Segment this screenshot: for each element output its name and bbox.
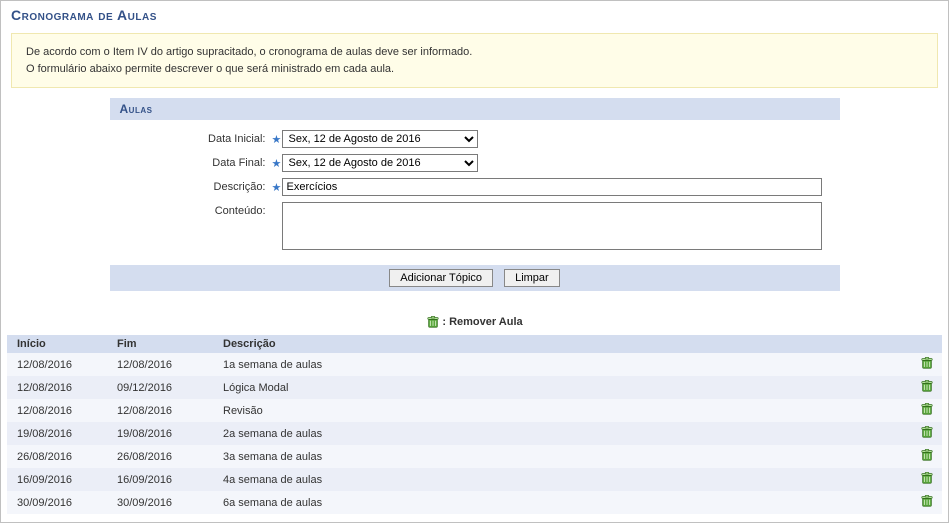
legend-text: : Remover Aula <box>442 316 522 328</box>
button-bar: Adicionar Tópico Limpar <box>110 265 840 291</box>
required-star-icon: ★ <box>270 154 282 170</box>
cell-descricao: 6a semana de aulas <box>217 497 912 509</box>
aulas-table: Início Fim Descrição 12/08/201612/08/201… <box>7 335 942 514</box>
remove-aula-button[interactable] <box>920 494 934 508</box>
section-header: Aulas <box>110 98 840 120</box>
conteudo-textarea[interactable] <box>282 202 822 250</box>
table-row: 12/08/201612/08/2016Revisão <box>7 399 942 422</box>
col-header-inicio: Início <box>7 338 117 350</box>
remove-aula-button[interactable] <box>920 402 934 416</box>
col-header-descricao: Descrição <box>217 338 912 350</box>
info-line-2: O formulário abaixo permite descrever o … <box>26 63 394 75</box>
cell-descricao: 3a semana de aulas <box>217 451 912 463</box>
remove-aula-button[interactable] <box>920 448 934 462</box>
cell-inicio: 12/08/2016 <box>7 359 117 371</box>
descricao-label: Descrição: <box>120 178 270 193</box>
remove-aula-button[interactable] <box>920 379 934 393</box>
table-row: 30/09/201630/09/20166a semana de aulas <box>7 491 942 514</box>
cell-inicio: 30/09/2016 <box>7 497 117 509</box>
trash-icon <box>426 315 440 329</box>
data-final-label: Data Final: <box>120 154 270 169</box>
cell-inicio: 12/08/2016 <box>7 405 117 417</box>
remove-aula-button[interactable] <box>920 425 934 439</box>
table-row: 12/08/201612/08/20161a semana de aulas <box>7 353 942 376</box>
cell-descricao: 2a semana de aulas <box>217 428 912 440</box>
cell-inicio: 19/08/2016 <box>7 428 117 440</box>
required-star-icon: ★ <box>270 178 282 194</box>
table-row: 12/08/201609/12/2016Lógica Modal <box>7 376 942 399</box>
cell-fim: 09/12/2016 <box>117 382 217 394</box>
data-inicial-select[interactable]: Sex, 12 de Agosto de 2016 <box>282 130 478 148</box>
remove-aula-button[interactable] <box>920 356 934 370</box>
cell-descricao: Lógica Modal <box>217 382 912 394</box>
table-header-row: Início Fim Descrição <box>7 335 942 353</box>
cell-inicio: 26/08/2016 <box>7 451 117 463</box>
descricao-input[interactable] <box>282 178 822 196</box>
cell-fim: 16/09/2016 <box>117 474 217 486</box>
info-line-1: De acordo com o Item IV do artigo suprac… <box>26 46 472 58</box>
cell-descricao: Revisão <box>217 405 912 417</box>
conteudo-label: Conteúdo: <box>120 202 270 217</box>
cell-fim: 12/08/2016 <box>117 359 217 371</box>
cell-inicio: 12/08/2016 <box>7 382 117 394</box>
data-inicial-label: Data Inicial: <box>120 130 270 145</box>
cell-fim: 30/09/2016 <box>117 497 217 509</box>
page-title: Cronograma de Aulas <box>1 1 948 27</box>
info-box: De acordo com o Item IV do artigo suprac… <box>11 33 938 88</box>
aulas-section: Aulas Data Inicial: ★ Sex, 12 de Agosto … <box>110 98 840 291</box>
table-row: 19/08/201619/08/20162a semana de aulas <box>7 422 942 445</box>
cell-inicio: 16/09/2016 <box>7 474 117 486</box>
spacer <box>270 202 282 205</box>
limpar-button[interactable]: Limpar <box>504 269 560 287</box>
cell-descricao: 4a semana de aulas <box>217 474 912 486</box>
cell-fim: 12/08/2016 <box>117 405 217 417</box>
cell-fim: 26/08/2016 <box>117 451 217 463</box>
data-final-select[interactable]: Sex, 12 de Agosto de 2016 <box>282 154 478 172</box>
legend: : Remover Aula <box>1 315 948 329</box>
cell-descricao: 1a semana de aulas <box>217 359 912 371</box>
remove-aula-button[interactable] <box>920 471 934 485</box>
required-star-icon: ★ <box>270 130 282 146</box>
col-header-fim: Fim <box>117 338 217 350</box>
cell-fim: 19/08/2016 <box>117 428 217 440</box>
form-area: Data Inicial: ★ Sex, 12 de Agosto de 201… <box>110 120 840 265</box>
adicionar-topico-button[interactable]: Adicionar Tópico <box>389 269 493 287</box>
table-row: 26/08/201626/08/20163a semana de aulas <box>7 445 942 468</box>
table-row: 16/09/201616/09/20164a semana de aulas <box>7 468 942 491</box>
